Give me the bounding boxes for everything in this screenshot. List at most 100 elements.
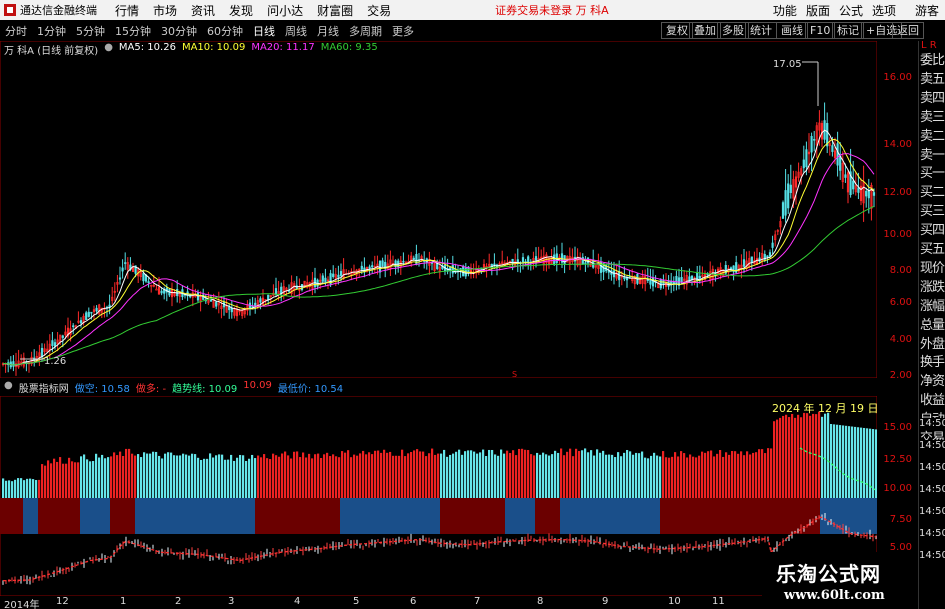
candle-body [90, 311, 93, 314]
indicator-bar [119, 451, 122, 498]
draw-line-button[interactable]: 画线 [776, 22, 808, 39]
indicator-bar [284, 451, 287, 498]
indicator-bar [374, 450, 377, 498]
date-tick: 1 [120, 596, 127, 607]
mark-button[interactable]: 标记 [832, 22, 864, 39]
menu-ask[interactable]: 问小达 [267, 2, 303, 19]
indicator-bar [461, 454, 464, 498]
tab-monthly[interactable]: 月线 [312, 23, 344, 39]
tab-30min[interactable]: 30分钟 [156, 23, 202, 39]
indicator-bar [650, 455, 653, 498]
tab-daily[interactable]: 日线 [248, 23, 280, 39]
candle-body [121, 267, 124, 272]
indicator-bar [782, 415, 785, 498]
candle-body [402, 260, 405, 263]
indicator-band [340, 498, 440, 534]
menu-market[interactable]: 市场 [153, 2, 177, 19]
date-tick: 2014年 [4, 600, 40, 609]
indicator-bar [446, 456, 449, 498]
back-button[interactable]: 返回 [892, 22, 924, 39]
candle-body [254, 302, 257, 306]
indicator-bar [455, 451, 458, 498]
indicator-band [255, 498, 340, 534]
candle-body [230, 307, 233, 313]
candle-body [563, 255, 566, 265]
indicator-bar [569, 448, 572, 498]
menu-guest[interactable]: 游客 [915, 2, 939, 19]
indicator-bar [788, 417, 791, 498]
indicator-bar [746, 451, 749, 498]
indicator-bar [422, 451, 425, 498]
stats-button[interactable]: 统计 [745, 22, 777, 39]
indicator-bar [101, 454, 104, 498]
menu-news[interactable]: 资讯 [191, 2, 215, 19]
indicator-bar [605, 454, 608, 498]
menu-quotes[interactable]: 行情 [115, 2, 139, 19]
menu-options[interactable]: 选项 [872, 2, 896, 19]
f10-button[interactable]: F10 [805, 22, 836, 39]
menu-discover[interactable]: 发现 [229, 2, 253, 19]
tab-5min[interactable]: 5分钟 [71, 23, 110, 39]
indicator-bar [266, 458, 269, 498]
date-tick: 2 [175, 596, 182, 607]
date-tick: 5 [353, 596, 360, 607]
indicator-bar [590, 450, 593, 498]
indicator-bar [791, 413, 794, 498]
indicator-bar [377, 450, 380, 498]
indicator-bar [134, 455, 137, 498]
menu-function[interactable]: 功能 [773, 2, 797, 19]
indicator-bar [815, 414, 818, 498]
indicator-bar [809, 415, 812, 498]
indicator-bar [278, 456, 281, 498]
price-chart[interactable] [0, 41, 877, 378]
candle-body [371, 265, 374, 268]
title-bar: 通达信金融终端 行情 市场 资讯 发现 问小达 财富圈 交易 证券交易未登录 万… [0, 0, 945, 20]
indicator-bar [320, 457, 323, 498]
tab-more[interactable]: 更多 [387, 23, 419, 39]
indicator-bar [248, 458, 251, 498]
app-logo-icon [4, 4, 16, 16]
indicator-bar [71, 461, 74, 498]
settings-icon[interactable]: ● [104, 42, 113, 57]
indicator-bar [716, 453, 719, 498]
indicator-bar [752, 452, 755, 498]
indicator-bar [389, 451, 392, 498]
indicator-bar [146, 453, 149, 498]
indicator-bar [542, 452, 545, 498]
menu-layout[interactable]: 版面 [806, 2, 830, 19]
indicator-bar [317, 453, 320, 498]
indicator-bar [464, 451, 467, 498]
panel-item: 现价 [920, 260, 945, 275]
indicator-bar [749, 454, 752, 498]
tab-multi-period[interactable]: 多周期 [344, 23, 387, 39]
tab-60min[interactable]: 60分钟 [202, 23, 248, 39]
tab-weekly[interactable]: 周线 [280, 23, 312, 39]
indicator-bar [179, 455, 182, 498]
indicator-a: 做空: 10.58 [74, 384, 130, 395]
sub-date-label: 2024 年 12 月 19 日 [772, 402, 879, 415]
indicator-bar [371, 454, 374, 498]
date-tick: 12 [56, 596, 69, 607]
indicator-bar [125, 448, 128, 498]
menu-formula[interactable]: 公式 [839, 2, 863, 19]
menu-trade[interactable]: 交易 [367, 2, 391, 19]
ma60-label: MA60: 9.35 [320, 42, 378, 53]
date-tick: 9 [602, 596, 609, 607]
indicator-bar [683, 453, 686, 498]
tab-1min[interactable]: 1分钟 [32, 23, 71, 39]
indicator-settings-icon[interactable]: ● [4, 380, 13, 395]
indicator-bar [311, 458, 314, 498]
indicator-bar [140, 457, 143, 498]
indicator-bar [647, 458, 650, 498]
indicator-chart[interactable] [0, 396, 877, 596]
panel-item: 涨幅 [920, 298, 945, 313]
indicator-bar [236, 457, 239, 498]
menu-wealth[interactable]: 财富圈 [317, 2, 353, 19]
indicator-bar [509, 453, 512, 498]
indicator-b: 做多: - [135, 384, 167, 395]
indicator-bar [332, 454, 335, 498]
tab-intraday[interactable]: 分时 [0, 23, 32, 39]
candle-body [781, 202, 785, 219]
tab-15min[interactable]: 15分钟 [110, 23, 156, 39]
candle-body [649, 279, 652, 285]
